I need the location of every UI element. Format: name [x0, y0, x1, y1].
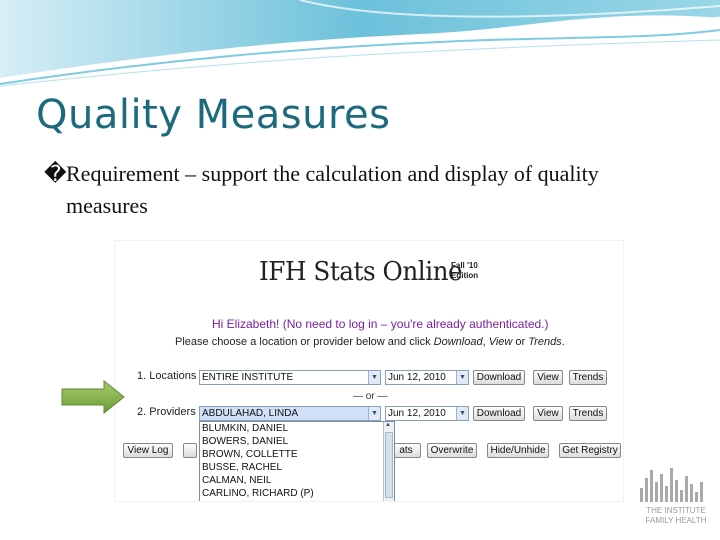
provider-option[interactable]: CARLINO, RICHARD (P)	[200, 487, 394, 500]
edition-line2: Edition	[451, 271, 479, 280]
instructions-prefix: Please choose a location or provider bel…	[175, 336, 434, 348]
locations-select[interactable]: ENTIRE INSTITUTE ▼	[199, 370, 381, 385]
header-wave-decoration	[0, 0, 720, 87]
provider-option[interactable]: BROWN, COLLETTE	[200, 448, 394, 461]
locations-date-select[interactable]: Jun 12, 2010 ▼	[385, 370, 469, 385]
instructions-download: Download	[433, 336, 483, 348]
hidden-button[interactable]	[183, 443, 197, 458]
providers-date-select[interactable]: Jun 12, 2010 ▼	[385, 406, 469, 421]
providers-view-button[interactable]: View	[533, 406, 563, 421]
logo-line2: FAMILY HEALTH	[645, 516, 707, 525]
locations-view-button[interactable]: View	[533, 370, 563, 385]
providers-label: 2. Providers	[137, 406, 196, 418]
provider-option[interactable]: BUSSE, RACHEL	[200, 461, 394, 474]
bullet-marker-icon: �	[44, 161, 67, 186]
providers-download-button[interactable]: Download	[473, 406, 525, 421]
scrollbar-thumb[interactable]	[385, 432, 393, 498]
app-title: IFH Stats Online	[259, 257, 463, 287]
instructions-text: Please choose a location or provider bel…	[175, 336, 565, 348]
provider-dropdown-list[interactable]: BLUMKIN, DANIEL BOWERS, DANIEL BROWN, CO…	[199, 421, 395, 501]
locations-date-value: Jun 12, 2010	[388, 372, 446, 383]
instructions-suffix: .	[561, 336, 565, 348]
app-logo: IFH Stats Online Fall '10 Edition	[259, 257, 478, 287]
provider-option[interactable]: BLUMKIN, DANIEL	[200, 422, 394, 435]
edition-label: Fall '10 Edition	[451, 261, 478, 281]
locations-download-button[interactable]: Download	[473, 370, 525, 385]
instructions-trends: Trends	[528, 336, 562, 348]
scroll-up-arrow-icon[interactable]: ▲	[385, 422, 391, 428]
bullet-point: � Requirement – support the calculation …	[44, 158, 686, 222]
logo-line1: THE INSTITUTE	[646, 506, 706, 515]
chevron-down-icon[interactable]: ▼	[456, 407, 468, 420]
locations-label: 1. Locations	[137, 370, 197, 382]
instructions-sep: or	[512, 336, 529, 348]
locations-trends-button[interactable]: Trends	[569, 370, 607, 385]
view-log-button[interactable]: View Log	[123, 443, 173, 458]
greeting-text: Hi Elizabeth! (No need to log in – you'r…	[212, 317, 549, 331]
edition-line1: Fall '10	[451, 261, 478, 270]
chevron-down-icon[interactable]: ▼	[368, 371, 380, 384]
chevron-down-icon[interactable]: ▼	[456, 371, 468, 384]
dropdown-scrollbar[interactable]: ▲	[383, 422, 394, 501]
or-separator: — or —	[353, 391, 388, 402]
instructions-view: View	[488, 336, 513, 348]
slide-title: Quality Measures	[36, 92, 391, 138]
pointer-arrow-icon	[61, 380, 125, 414]
providers-trends-button[interactable]: Trends	[569, 406, 607, 421]
locations-select-value: ENTIRE INSTITUTE	[202, 372, 294, 383]
get-registry-button[interactable]: Get Registry	[559, 443, 621, 458]
overwrite-button[interactable]: Overwrite	[427, 443, 477, 458]
bullet-text: Requirement – support the calculation an…	[66, 161, 599, 218]
hide-unhide-button[interactable]: Hide/Unhide	[487, 443, 549, 458]
providers-select[interactable]: ABDULAHAD, LINDA ▼	[199, 406, 381, 421]
provider-option[interactable]: CALMAN, NEIL	[200, 474, 394, 487]
providers-date-value: Jun 12, 2010	[388, 408, 446, 419]
institute-logo-text: THE INSTITUTE FAMILY HEALTH	[640, 506, 712, 526]
app-screenshot: IFH Stats Online Fall '10 Edition Hi Eli…	[114, 240, 624, 502]
provider-option[interactable]: BOWERS, DANIEL	[200, 435, 394, 448]
chevron-down-icon[interactable]: ▼	[368, 407, 380, 420]
stats-button[interactable]: ats	[391, 443, 421, 458]
providers-select-value: ABDULAHAD, LINDA	[202, 408, 299, 419]
